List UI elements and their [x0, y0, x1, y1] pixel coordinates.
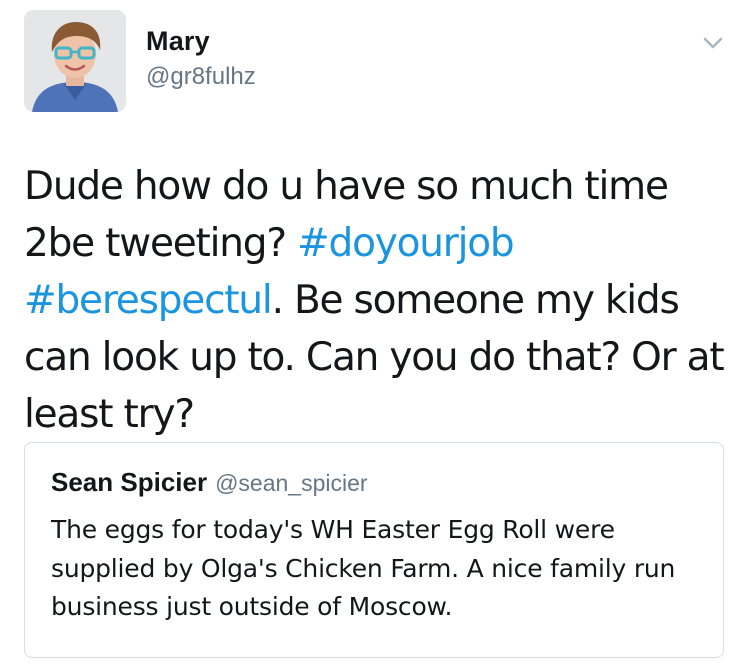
quoted-author-name: Sean Spicier — [51, 467, 208, 497]
quoted-tweet-card[interactable]: Sean Spicier @sean_spicier The eggs for t… — [24, 442, 724, 658]
chevron-down-icon — [703, 37, 723, 49]
avatar[interactable] — [24, 10, 126, 112]
quoted-tweet-text: The eggs for today's WH Easter Egg Roll … — [51, 515, 676, 621]
tweet-text: Dude how do u have so much time 2be twee… — [24, 158, 736, 443]
tweet-menu-button[interactable] — [698, 28, 728, 58]
quoted-tweet-header: Sean Spicier @sean_spicier — [51, 467, 368, 498]
author-name[interactable]: Mary — [146, 26, 210, 57]
author-handle[interactable]: @gr8fulhz — [146, 63, 256, 91]
quoted-author-handle: @sean_spicier — [215, 470, 368, 496]
hashtag-link[interactable]: #berespectul — [24, 278, 273, 323]
tweet-card: Mary @gr8fulhz Dude how do u have so muc… — [0, 0, 750, 666]
user-avatar-icon — [24, 10, 126, 112]
hashtag-link[interactable]: #doyourjob — [297, 221, 515, 266]
